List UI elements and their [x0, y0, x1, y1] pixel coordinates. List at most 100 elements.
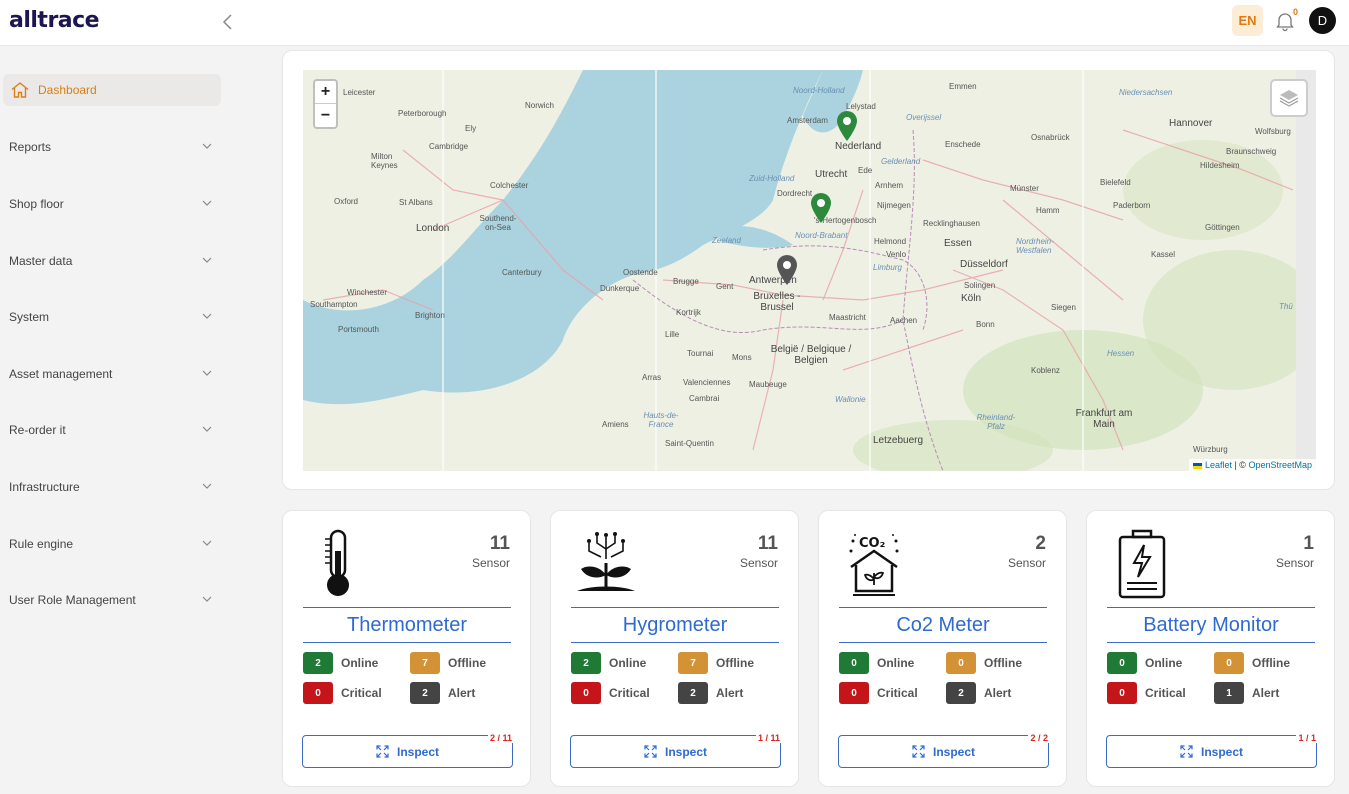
map-label: Oxford: [334, 197, 359, 206]
stat-label: Alert: [984, 686, 1012, 700]
stat-label: Online: [341, 656, 379, 670]
map-label: Maubeuge: [749, 380, 787, 389]
sidebar-item-label: Re-order it: [9, 423, 66, 437]
sidebar-item-shop-floor[interactable]: Shop floor: [3, 188, 221, 220]
offline-badge: 0: [946, 652, 976, 674]
sidebar-item-infrastructure[interactable]: Infrastructure: [3, 471, 221, 503]
language-selector[interactable]: EN: [1232, 5, 1263, 36]
map-label: Nederland: [835, 141, 882, 152]
region-label: Nordrhein-Westfalen: [1016, 237, 1054, 255]
sidebar-item-asset-management[interactable]: Asset management: [3, 358, 221, 390]
sensor-card-co2-meter: CO₂ 2 Sensor Co2 Meter 0 Online 0 Offline …: [818, 510, 1067, 787]
inspect-ratio: 1 / 1: [1296, 733, 1318, 743]
chevron-left-icon[interactable]: [218, 10, 238, 34]
map-label: Portsmouth: [338, 325, 379, 334]
layers-icon: [1279, 90, 1299, 107]
map-label: Southampton: [310, 300, 358, 309]
stat-online: 2 Online: [571, 652, 646, 674]
stat-label: Offline: [448, 656, 486, 670]
map-label: Frankfurt am Main: [1075, 408, 1133, 430]
stat-online: 0 Online: [839, 652, 914, 674]
sidebar-item-user-role-management[interactable]: User Role Management: [3, 584, 221, 616]
map-label: Enschede: [945, 140, 981, 149]
stat-offline: 7 Offline: [678, 652, 754, 674]
stat-offline: 7 Offline: [410, 652, 486, 674]
region-label: Overijssel: [906, 113, 942, 122]
map-card: Leicester Norwich Peterborough Ely Cambr…: [282, 50, 1335, 490]
svg-text:CO₂: CO₂: [859, 536, 885, 551]
map-label: Arnhem: [875, 181, 904, 190]
map-label: Venlo: [886, 250, 907, 259]
sidebar-item-reports[interactable]: Reports: [3, 131, 221, 163]
stat-alert: 2 Alert: [678, 682, 743, 704]
inspect-label: Inspect: [1200, 744, 1243, 759]
stat-label: Offline: [716, 656, 754, 670]
marker-den-bosch[interactable]: [809, 192, 833, 224]
map-label: Tournai: [687, 349, 714, 358]
sidebar-item-system[interactable]: System: [3, 301, 221, 333]
map-label: Essen: [944, 238, 972, 249]
map-label: Kortrijk: [676, 308, 701, 317]
inspect-button[interactable]: Inspect 1 / 11: [570, 733, 782, 768]
sidebar-item-rule-engine[interactable]: Rule engine: [3, 528, 221, 560]
map-label: Ede: [858, 166, 873, 175]
inspect-ratio: 2 / 2: [1028, 733, 1050, 743]
sensor-unit: Sensor: [1007, 556, 1046, 570]
map-label: Wolfsburg: [1255, 127, 1291, 136]
sidebar: Dashboard Reports Shop floor Master data…: [0, 47, 230, 794]
avatar[interactable]: D: [1309, 7, 1336, 34]
map-label: Solingen: [964, 281, 996, 290]
stat-label: Alert: [1252, 686, 1280, 700]
marker-antwerp[interactable]: [775, 254, 799, 286]
map-label: Ely: [465, 124, 477, 133]
map-label: Colchester: [490, 181, 529, 190]
stat-critical: 0 Critical: [1107, 682, 1186, 704]
map-label: Peterborough: [398, 109, 447, 118]
critical-badge: 0: [303, 682, 333, 704]
zoom-out-button[interactable]: −: [315, 104, 336, 127]
map-label: België / Belgique / Belgien: [770, 344, 852, 366]
map-label: Koblenz: [1031, 366, 1060, 375]
map-label: Bruxelles - Brussel: [753, 291, 801, 313]
inspect-button[interactable]: Inspect 2 / 2: [838, 733, 1050, 768]
map-label: Dordrecht: [777, 189, 813, 198]
sidebar-item-dashboard[interactable]: Dashboard: [3, 74, 221, 106]
inspect-button[interactable]: Inspect 2 / 11: [302, 733, 514, 768]
online-badge: 0: [1107, 652, 1137, 674]
expand-icon: [912, 745, 925, 758]
layers-button[interactable]: [1270, 79, 1308, 117]
sensor-unit: Sensor: [1275, 556, 1314, 570]
sidebar-item-label: Asset management: [9, 367, 113, 381]
marker-amsterdam[interactable]: [835, 110, 859, 142]
map[interactable]: Leicester Norwich Peterborough Ely Cambr…: [303, 70, 1316, 471]
map-label: Braunschweig: [1226, 147, 1277, 156]
critical-badge: 0: [839, 682, 869, 704]
thermometer-icon: [325, 529, 349, 596]
alert-badge: 2: [946, 682, 976, 704]
chevron-down-icon: [202, 143, 212, 149]
stat-alert: 2 Alert: [410, 682, 475, 704]
sidebar-item-master-data[interactable]: Master data: [3, 245, 221, 277]
map-attribution: Leaflet | © OpenStreetMap: [1189, 459, 1316, 471]
osm-link[interactable]: OpenStreetMap: [1248, 460, 1312, 470]
map-label: Valenciennes: [683, 378, 731, 387]
map-label: Leicester: [343, 88, 376, 97]
leaflet-link[interactable]: Leaflet: [1205, 460, 1232, 470]
region-label: Zuid-Holland: [749, 174, 795, 183]
map-label: Canterbury: [502, 268, 542, 277]
card-title: Co2 Meter: [839, 607, 1047, 643]
chevron-down-icon: [202, 200, 212, 206]
sidebar-item-re-order-it[interactable]: Re-order it: [3, 414, 221, 446]
stat-offline: 0 Offline: [946, 652, 1022, 674]
map-label: Hamm: [1036, 206, 1060, 215]
stat-label: Critical: [609, 686, 650, 700]
stat-alert: 2 Alert: [946, 682, 1011, 704]
sensor-card-battery-monitor: 1 Sensor Battery Monitor 0 Online 0 Offlin…: [1086, 510, 1335, 787]
inspect-button[interactable]: Inspect 1 / 1: [1106, 733, 1318, 768]
critical-badge: 0: [571, 682, 601, 704]
zoom-in-button[interactable]: +: [315, 81, 336, 104]
app-logo[interactable]: alltrace: [9, 8, 100, 33]
map-label: Würzburg: [1193, 445, 1228, 454]
region-label: Rheinland-Pfalz: [976, 413, 1016, 431]
sidebar-item-label: Shop floor: [9, 197, 64, 211]
